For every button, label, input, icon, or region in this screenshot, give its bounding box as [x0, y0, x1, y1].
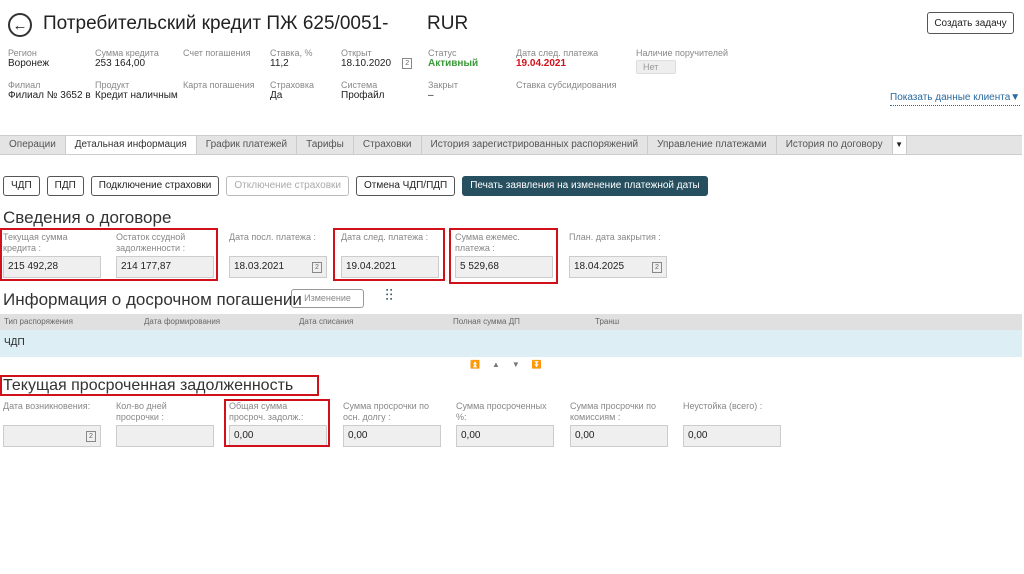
table-row[interactable]: ЧДП [0, 330, 1022, 357]
field-label: Сумма просрочки по комиссиям : [570, 401, 657, 422]
table-header: Тип распоряжения Дата формирования Дата … [0, 314, 1022, 330]
page-title: Потребительский кредит ПЖ 625/0051- [43, 13, 389, 34]
print-date-change-button[interactable]: Печать заявления на изменение платежной … [462, 176, 708, 196]
status-badge: Активный [428, 58, 479, 69]
info-label: Система [341, 80, 378, 90]
field-label: Сумма просроченных %: [456, 401, 547, 422]
show-client-link[interactable]: Показать данные клиента▼ [890, 92, 1021, 106]
info-value: Кредит наличным [95, 90, 178, 101]
field-label: Дата посл. платежа : [229, 232, 316, 242]
info-value: 19.04.2021 [516, 58, 567, 69]
last-payment-date-field[interactable]: 18.03.2021 2 [229, 256, 327, 278]
change-button[interactable]: Изменение [291, 289, 364, 308]
tab-orders-history[interactable]: История зарегистрированных распоряжений [422, 136, 649, 154]
move-down-icon[interactable]: ▼ [512, 360, 520, 369]
info-label: Закрыт [428, 80, 458, 90]
tab-operations[interactable]: Операции [0, 136, 66, 154]
info-label: Регион [8, 48, 37, 58]
show-client-label: Показать данные клиента [890, 92, 1011, 103]
contract-section-title: Сведения о договоре [3, 208, 172, 227]
field-value: 0,00 [461, 430, 481, 441]
calendar-icon[interactable]: 2 [652, 261, 662, 273]
tab-tariffs[interactable]: Тарифы [297, 136, 354, 154]
field-value: 0,00 [688, 430, 708, 441]
tab-details[interactable]: Детальная информация [65, 136, 197, 154]
tab-payment-management[interactable]: Управление платежами [648, 136, 777, 154]
tab-bar: Операции Детальная информация График пла… [0, 135, 1022, 155]
calendar-icon[interactable]: 2 [86, 430, 96, 442]
connect-insurance-button[interactable]: Подключение страховки [90, 176, 220, 196]
info-label: Наличие поручителей [636, 48, 729, 58]
highlight-box [333, 228, 445, 281]
penalty-field[interactable]: 0,00 [683, 425, 781, 447]
info-value: Филиал № 3652 в [8, 90, 91, 101]
caret-down-icon: ▼ [1010, 92, 1021, 103]
field-value: 18.03.2021 [234, 261, 285, 272]
create-task-button[interactable]: Создать задачу [927, 12, 1014, 34]
info-label: Сумма кредита [95, 48, 159, 58]
tab-schedule[interactable]: График платежей [197, 136, 298, 154]
info-label: Карта погашения [183, 80, 255, 90]
info-value: 18.10.2020 [341, 58, 392, 70]
column-header[interactable]: Дата формирования [144, 317, 220, 326]
tab-contract-history[interactable]: История по договору [777, 136, 893, 154]
arrow-left-icon: ← [12, 16, 28, 34]
overdue-principal-field[interactable]: 0,00 [343, 425, 441, 447]
move-top-icon[interactable]: ⏫ [470, 360, 480, 369]
info-label: Ставка субсидирования [516, 80, 617, 90]
overdue-fees-field[interactable]: 0,00 [570, 425, 668, 447]
info-label: Открыт [341, 48, 372, 58]
calendar-icon[interactable]: 2 [402, 58, 413, 69]
chdp-button[interactable]: ЧДП [3, 176, 40, 196]
overdue-interest-field[interactable]: 0,00 [456, 425, 554, 447]
currency: RUR [427, 13, 469, 34]
field-value: 18.04.2025 [574, 261, 625, 272]
column-header[interactable]: Транш [595, 317, 619, 326]
info-label: Дата след. платежа [516, 48, 599, 58]
info-value: Профайл [341, 90, 385, 101]
info-label: Статус [428, 48, 457, 58]
table-cell: ЧДП [4, 337, 25, 348]
back-button[interactable]: ← [8, 13, 32, 37]
overdue-days-field[interactable] [116, 425, 214, 447]
move-up-icon[interactable]: ▲ [492, 360, 500, 369]
move-bottom-icon[interactable]: ⏬ [532, 360, 542, 369]
column-header[interactable]: Тип распоряжения [4, 317, 73, 326]
pdp-button[interactable]: ПДП [46, 176, 84, 196]
info-value: – [428, 90, 434, 101]
tab-insurance[interactable]: Страховки [354, 136, 422, 154]
info-label: Филиал [8, 80, 41, 90]
field-value: 0,00 [348, 430, 368, 441]
highlight-box [0, 375, 319, 396]
info-label: Счет погашения [183, 48, 251, 58]
highlight-box [0, 228, 218, 281]
overdue-date-field[interactable]: 2 [3, 425, 101, 447]
cancel-chdp-pdp-button[interactable]: Отмена ЧДП/ПДП [356, 176, 456, 196]
field-label: Дата возникновения: [3, 401, 91, 411]
info-value: 253 164,00 [95, 58, 146, 69]
highlight-box [449, 228, 558, 284]
field-label: План. дата закрытия : [569, 232, 661, 242]
info-value: Воронеж [8, 58, 50, 69]
disconnect-insurance-button[interactable]: Отключение страховки [226, 176, 350, 196]
info-label: Продукт [95, 80, 130, 90]
field-label: Неустойка (всего) : [683, 401, 763, 411]
field-label: Сумма просрочки по осн. долгу : [343, 401, 430, 422]
early-repayment-title: Информация о досрочном погашении [3, 290, 302, 309]
settings-sliders-icon[interactable]: ⫶⫶ [385, 288, 393, 306]
planned-close-date-field[interactable]: 18.04.2025 2 [569, 256, 667, 278]
field-value: 0,00 [575, 430, 595, 441]
field-label: Кол-во дней просрочки : [116, 401, 167, 422]
calendar-icon[interactable]: 2 [312, 261, 322, 273]
column-header[interactable]: Дата списания [299, 317, 353, 326]
guarantors-toggle[interactable]: Нет [636, 60, 676, 74]
highlight-box [224, 399, 330, 447]
tabs-more-icon[interactable]: ▼ [892, 136, 907, 154]
column-header[interactable]: Полная сумма ДП [453, 317, 520, 326]
